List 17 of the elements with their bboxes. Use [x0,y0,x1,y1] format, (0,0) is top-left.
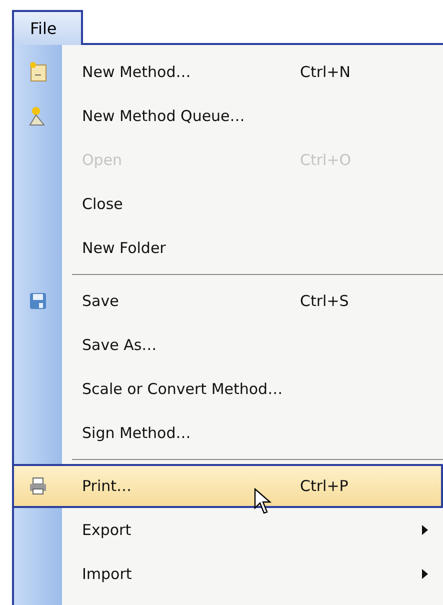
new-document-icon [28,61,48,83]
menu-item[interactable]: Close [12,182,443,226]
submenu-arrow-icon [422,569,428,579]
menu-item[interactable]: New Method… Ctrl+N [12,50,443,94]
menu-item[interactable]: New Method Queue… [12,94,443,138]
file-menu-tab[interactable]: File [12,10,83,45]
menu-item[interactable]: Export [12,508,443,552]
new-queue-icon [28,105,48,127]
menu-item[interactable]: Save Ctrl+S [12,279,443,323]
menu-item[interactable]: Import [12,552,443,596]
menu-item[interactable]: Save As… [12,323,443,367]
menu-item[interactable]: New Folder [12,226,443,270]
save-icon [29,292,47,310]
menu-item[interactable]: Scale or Convert Method… [12,367,443,411]
menu-item[interactable]: Sign Method… [12,411,443,455]
submenu-arrow-icon [422,525,428,535]
printer-icon [28,476,48,496]
